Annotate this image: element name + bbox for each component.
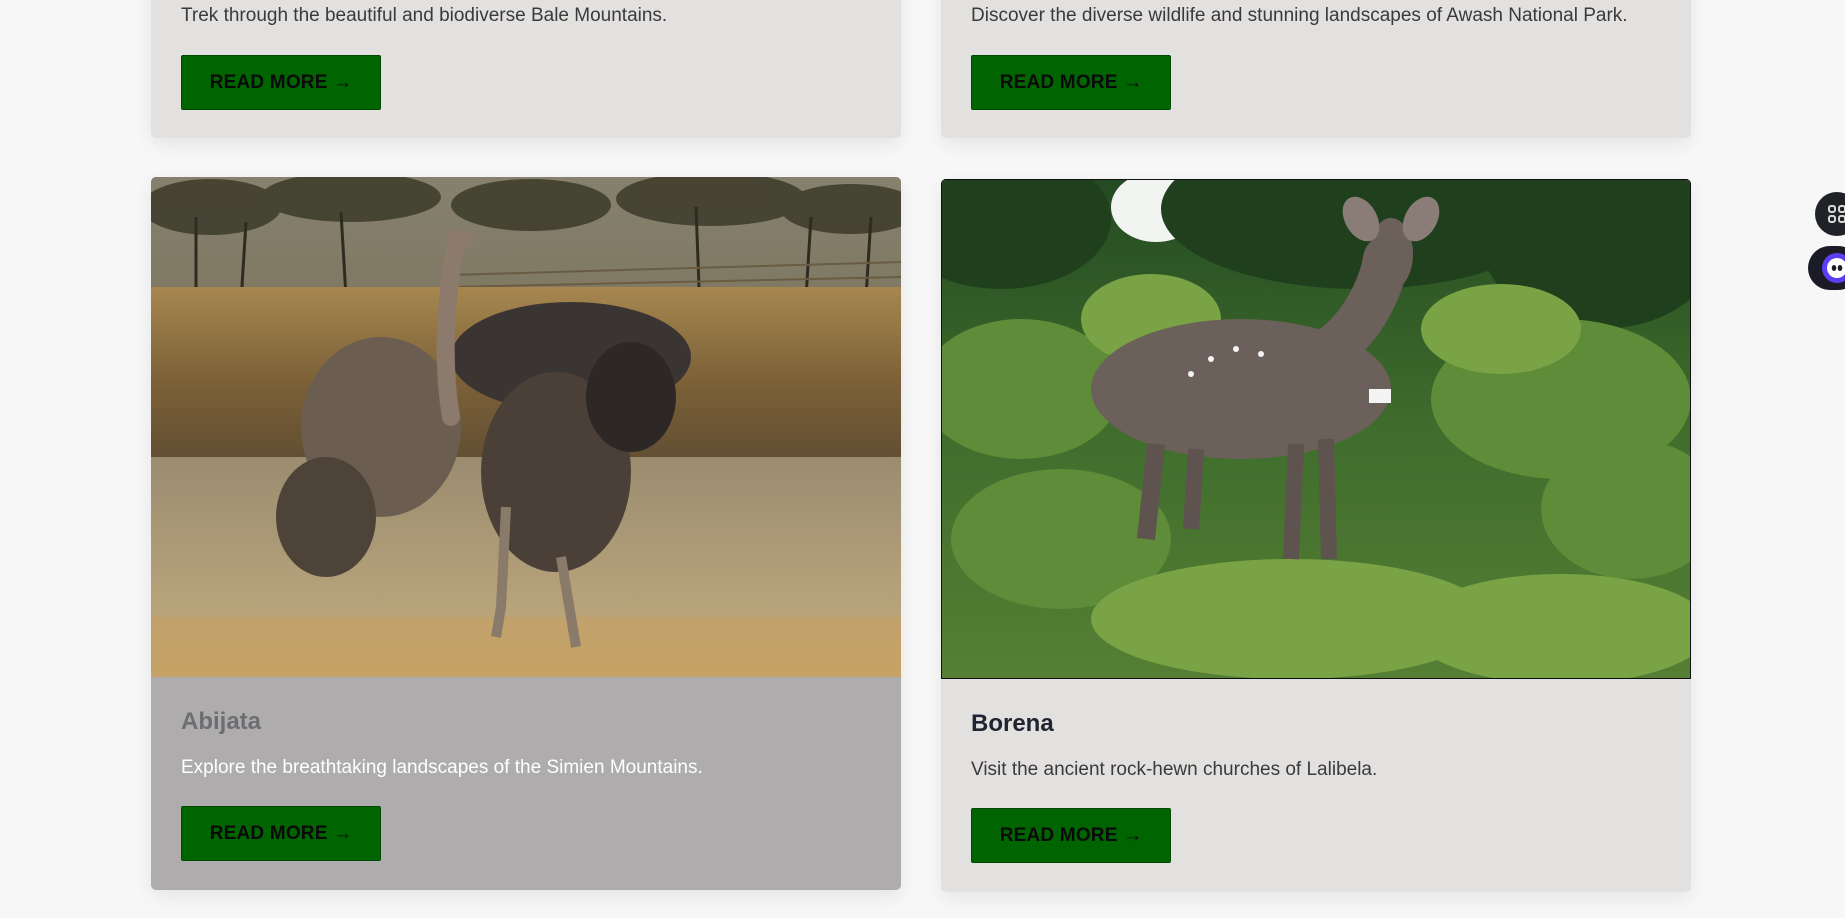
destination-card-abijata[interactable]: Abijata Explore the breathtaking landsca… [151,177,901,890]
assistant-bot-icon[interactable] [1808,246,1845,290]
card-description: Explore the breathtaking landscapes of t… [181,757,703,778]
mountain-nyala-photo [941,179,1691,679]
card-title: Abijata [181,708,262,735]
card-title: Borena [971,710,1054,737]
destination-card-bale: Trek through the beautiful and biodivers… [151,0,901,138]
read-more-button[interactable]: READ MORE → [971,808,1171,863]
destination-card-awash: Discover the diverse wildlife and stunni… [941,0,1691,138]
card-description: Trek through the beautiful and biodivers… [181,5,668,26]
bot-face-icon [1822,253,1845,283]
read-more-button[interactable]: READ MORE → [971,55,1171,110]
read-more-button[interactable]: READ MORE → [181,806,381,861]
card-description: Visit the ancient rock-hewn churches of … [971,759,1378,780]
read-more-button[interactable]: READ MORE → [181,55,381,110]
grid-menu-icon[interactable] [1815,192,1845,236]
destination-card-borena: Borena Visit the ancient rock-hewn churc… [941,179,1691,892]
card-description: Discover the diverse wildlife and stunni… [971,5,1628,26]
ostrich-photo [151,177,901,677]
destinations-page: Trek through the beautiful and biodivers… [0,0,1845,918]
